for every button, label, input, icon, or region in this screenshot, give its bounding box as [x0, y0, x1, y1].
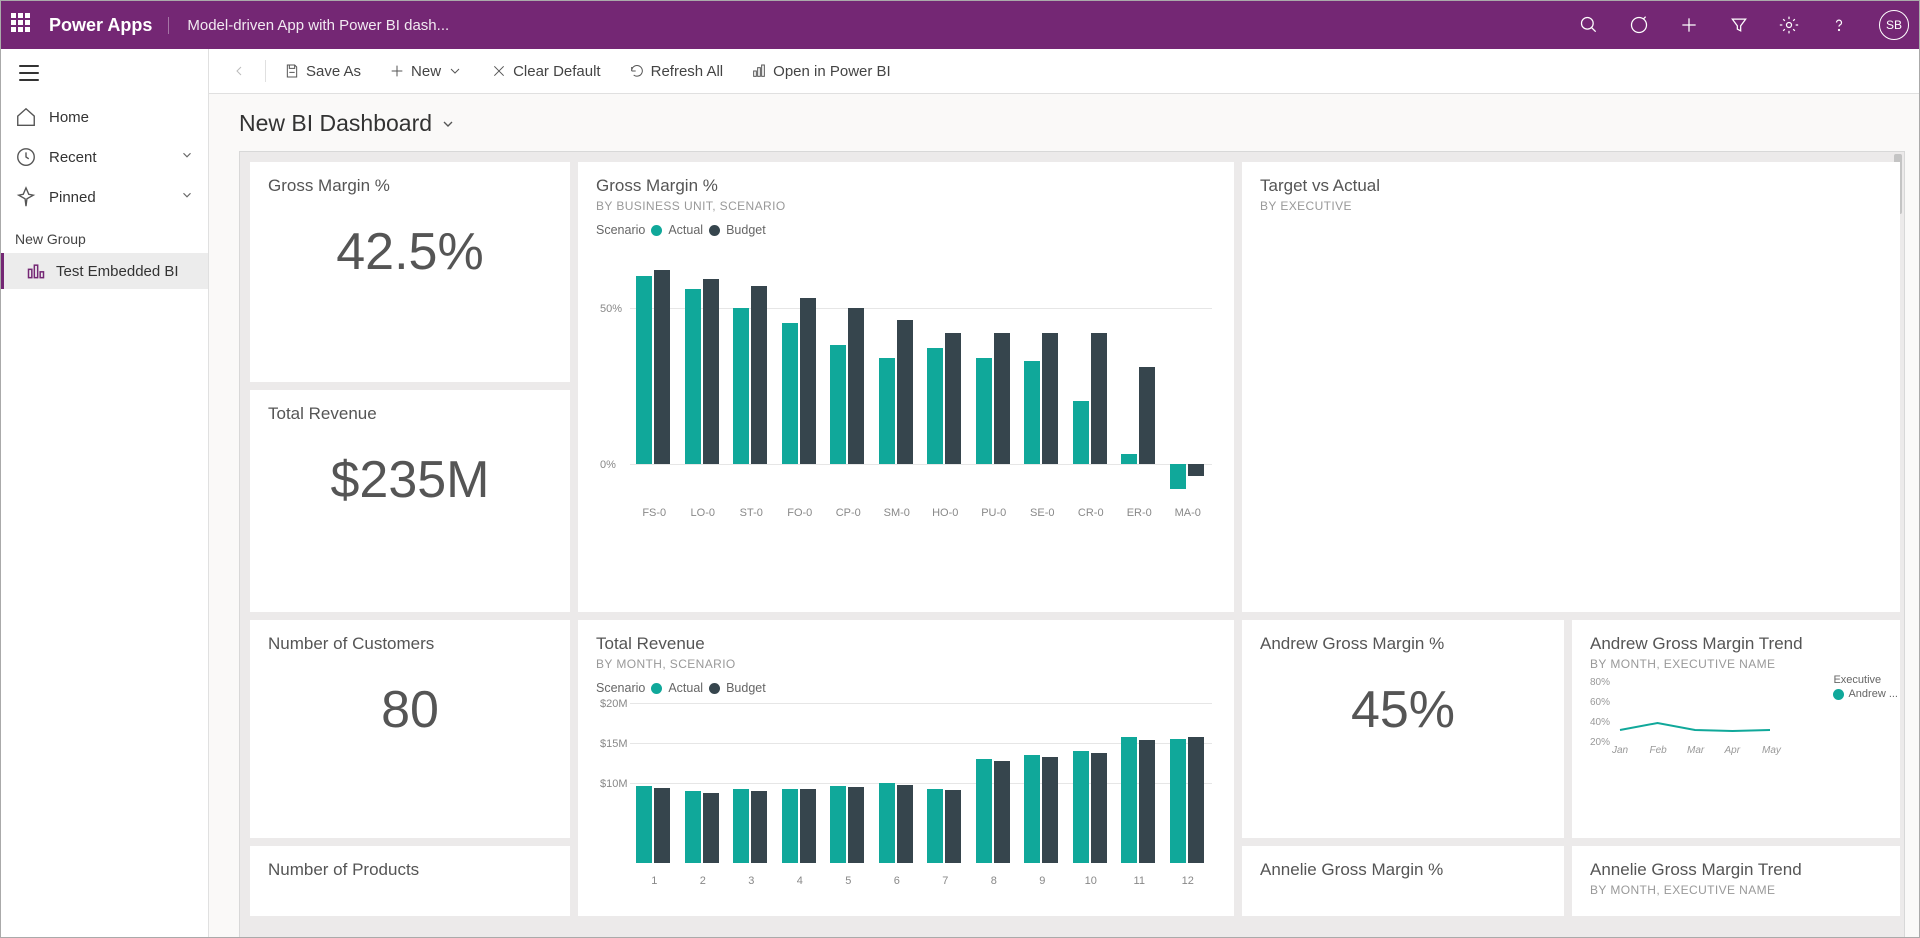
left-nav: Home Recent Pinned New Group Test Embedd… — [1, 49, 209, 937]
open-powerbi-button[interactable]: Open in Power BI — [741, 59, 901, 84]
assistant-icon[interactable] — [1629, 15, 1649, 35]
save-as-button[interactable]: Save As — [274, 59, 371, 84]
brand-label: Power Apps — [49, 15, 152, 36]
tile-total-revenue[interactable]: Total Revenue $235M — [250, 390, 570, 612]
tile-num-products[interactable]: Number of Products — [250, 846, 570, 916]
new-button[interactable]: New — [379, 59, 473, 84]
dashboard-icon — [26, 261, 46, 281]
home-icon — [15, 106, 37, 128]
tile-andrew-trend[interactable]: Andrew Gross Margin Trend BY MONTH, EXEC… — [1572, 620, 1900, 838]
add-icon[interactable] — [1679, 15, 1699, 35]
nav-home[interactable]: Home — [1, 97, 208, 137]
nav-label: Home — [49, 109, 89, 126]
pin-icon — [15, 186, 37, 208]
settings-icon[interactable] — [1779, 15, 1799, 35]
help-icon[interactable] — [1829, 15, 1849, 35]
clear-default-button[interactable]: Clear Default — [481, 59, 611, 84]
user-avatar[interactable]: SB — [1879, 10, 1909, 40]
title-bar: Power Apps Model-driven App with Power B… — [1, 1, 1919, 49]
tile-andrew-gm[interactable]: Andrew Gross Margin % 45% — [1242, 620, 1564, 838]
tile-annelie-trend[interactable]: Annelie Gross Margin Trend BY MONTH, EXE… — [1572, 846, 1900, 916]
refresh-all-button[interactable]: Refresh All — [619, 59, 734, 84]
chevron-down-icon — [440, 116, 456, 132]
tile-annelie-gm[interactable]: Annelie Gross Margin % — [1242, 846, 1564, 916]
dashboard-canvas: Gross Margin % 42.5% Total Revenue $235M… — [239, 151, 1905, 937]
command-bar: Save As New Clear Default Refresh All Op… — [209, 49, 1919, 94]
page-title[interactable]: New BI Dashboard — [209, 94, 1919, 151]
filter-icon[interactable] — [1729, 15, 1749, 35]
tile-num-customers[interactable]: Number of Customers 80 — [250, 620, 570, 838]
tile-rev-bar[interactable]: Total Revenue BY MONTH, SCENARIO Scenari… — [578, 620, 1234, 916]
line-chart: 20%40%60%80%JanFebMarAprMay — [1590, 683, 1882, 753]
nav-label: Recent — [49, 149, 97, 166]
chart-legend: Scenario Actual Budget — [596, 223, 1216, 237]
chevron-down-icon — [180, 148, 194, 166]
chevron-down-icon — [180, 188, 194, 206]
back-button[interactable] — [221, 59, 257, 83]
tile-target-vs-actual[interactable]: Target vs Actual BY EXECUTIVE — [1242, 162, 1900, 612]
app-title: Model-driven App with Power BI dash... — [168, 17, 449, 34]
search-icon[interactable] — [1579, 15, 1599, 35]
nav-label: Test Embedded BI — [56, 263, 179, 280]
nav-recent[interactable]: Recent — [1, 137, 208, 177]
clock-icon — [15, 146, 37, 168]
tile-gm-bar[interactable]: Gross Margin % BY BUSINESS UNIT, SCENARI… — [578, 162, 1234, 612]
main-area: Save As New Clear Default Refresh All Op… — [209, 49, 1919, 937]
nav-toggle-icon[interactable] — [19, 65, 39, 81]
bar-chart: $10M$15M$20M123456789101112 — [596, 703, 1216, 893]
nav-item-selected[interactable]: Test Embedded BI — [1, 253, 208, 289]
app-launcher-icon[interactable] — [11, 13, 35, 37]
nav-section-label: New Group — [1, 217, 208, 253]
tile-gross-margin-pct[interactable]: Gross Margin % 42.5% — [250, 162, 570, 382]
bar-chart: 0%50%FS-0LO-0ST-0FO-0CP-0SM-0HO-0PU-0SE-… — [596, 245, 1216, 525]
nav-pinned[interactable]: Pinned — [1, 177, 208, 217]
chart-legend: Scenario Actual Budget — [596, 681, 1216, 695]
nav-label: Pinned — [49, 189, 96, 206]
